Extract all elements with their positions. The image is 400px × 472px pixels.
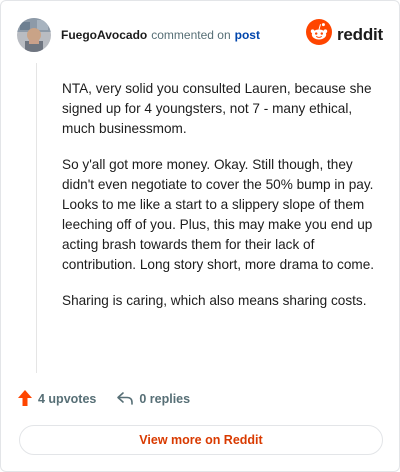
commented-on-text: commented on	[151, 28, 231, 42]
upvote-button[interactable]: 4 upvotes	[17, 389, 96, 410]
reddit-snoo-icon	[305, 19, 332, 50]
comment-actions: 4 upvotes 0 replies	[17, 389, 190, 409]
reply-count: 0 replies	[139, 392, 191, 406]
reply-arrow-icon	[116, 390, 134, 409]
replies-button[interactable]: 0 replies	[116, 390, 190, 409]
avatar[interactable]	[17, 18, 51, 52]
reddit-brand[interactable]: reddit	[305, 19, 383, 50]
comment-embed-card: FuegoAvocado commented on post reddit NTA,…	[0, 0, 400, 472]
comment-byline: FuegoAvocado commented on post	[61, 28, 260, 42]
comment-paragraph: Sharing is caring, which also means shar…	[62, 293, 367, 308]
comment-paragraph: NTA, very solid you consulted Lauren, be…	[62, 81, 372, 136]
comment-paragraph: So y'all got more money. Okay. Still tho…	[62, 157, 375, 272]
view-more-button[interactable]: View more on Reddit	[19, 425, 383, 455]
upvote-count: 4 upvotes	[38, 392, 97, 406]
comment-header: FuegoAvocado commented on post	[17, 17, 260, 53]
upvote-arrow-icon	[17, 389, 33, 410]
comment-body: NTA, very solid you consulted Lauren, be…	[62, 79, 382, 327]
thread-line	[36, 63, 37, 373]
reddit-wordmark: reddit	[336, 24, 383, 44]
post-link[interactable]: post	[235, 28, 260, 42]
author-username[interactable]: FuegoAvocado	[61, 28, 147, 42]
